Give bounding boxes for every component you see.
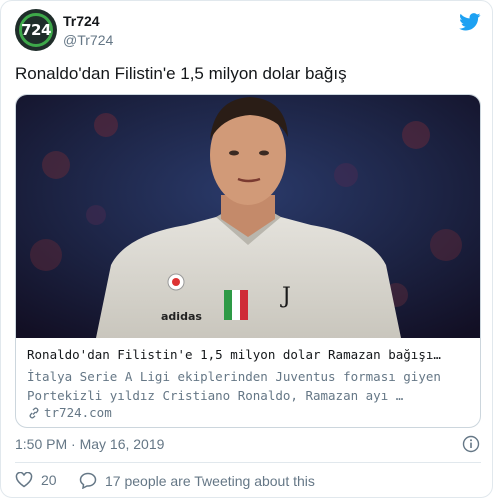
author-handle[interactable]: @Tr724: [63, 32, 113, 48]
heart-icon: [15, 472, 33, 488]
avatar-logo-text: 724: [21, 21, 51, 39]
conversation-link[interactable]: 17 people are Tweeting about this: [79, 472, 315, 489]
author-display-name[interactable]: Tr724: [63, 13, 100, 29]
card-domain-link[interactable]: tr724.com: [27, 405, 112, 420]
card-description-line-2: Portekizli yıldız Cristiano Ronaldo, Ram…: [27, 388, 404, 403]
speech-bubble-icon: [79, 472, 97, 489]
card-description: İtalya Serie A Ligi ekiplerinden Juventu…: [27, 367, 473, 405]
avatar[interactable]: 724: [15, 9, 57, 51]
link-chain-icon: [29, 407, 39, 418]
info-icon[interactable]: [462, 435, 480, 453]
card-domain[interactable]: tr724.com: [44, 405, 112, 420]
tweet-card[interactable]: 724 Tr724 @Tr724 Ronaldo'dan Filistin'e …: [0, 0, 493, 498]
card-image-brand-text: adidas: [161, 310, 202, 323]
like-button[interactable]: 20: [15, 472, 57, 488]
divider: [15, 462, 481, 463]
like-count: 20: [41, 472, 57, 488]
twitter-bird-icon[interactable]: [459, 13, 481, 31]
svg-text:J: J: [280, 284, 291, 309]
card-title[interactable]: Ronaldo'dan Filistin'e 1,5 milyon dolar …: [27, 347, 473, 362]
tweet-text: Ronaldo'dan Filistin'e 1,5 milyon dolar …: [15, 64, 347, 83]
link-preview-card[interactable]: J adidas Ronaldo'dan Filistin'e 1,5 mily…: [15, 94, 481, 428]
conversation-text: 17 people are Tweeting about this: [105, 472, 315, 489]
card-image[interactable]: J adidas: [16, 95, 480, 338]
card-description-line-1: İtalya Serie A Ligi ekiplerinden Juventu…: [27, 369, 441, 384]
tweet-timestamp[interactable]: 1:50 PM · May 16, 2019: [15, 436, 164, 452]
